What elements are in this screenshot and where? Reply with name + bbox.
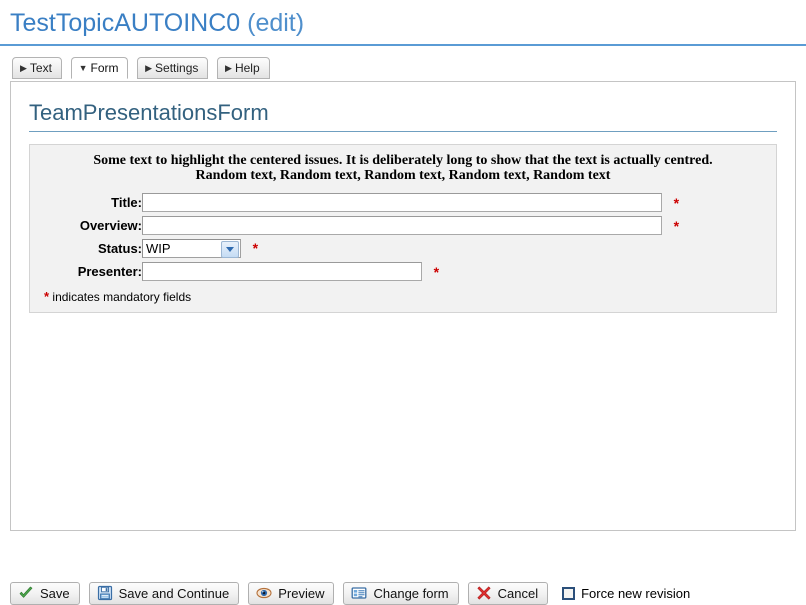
form-content-panel: TeamPresentationsForm Some text to highl… [10,80,796,531]
presenter-required-marker: * [433,264,440,281]
eye-icon [256,585,272,601]
tab-settings[interactable]: ▶ Settings [137,56,209,79]
form-fields-table: Title: * Overview: * Status: WIP * Prese… [36,191,679,283]
force-new-revision-label: Force new revision [581,585,691,601]
field-row-title: Title: * [36,191,679,214]
tab-form[interactable]: ▼ Form [70,56,129,79]
chevron-right-icon: ▶ [20,62,27,73]
presenter-field-cell: * [142,260,679,283]
form-list-icon [351,585,367,601]
page-title: TestTopicAUTOINC0 (edit) [0,0,806,46]
form-action-bar: Save Save and Continue Preview Change fo… [10,581,690,605]
cancel-button[interactable]: Cancel [467,581,549,605]
tab-settings-label: Settings [155,60,199,75]
field-row-status: Status: WIP * [36,237,679,260]
mandatory-fields-note: * indicates mandatory fields [44,289,770,304]
status-required-marker: * [252,240,259,257]
form-description-text: Some text to highlight the centered issu… [36,153,770,184]
form-fields-box: Some text to highlight the centered issu… [29,143,777,313]
overview-required-marker: * [673,218,680,235]
overview-label: Overview: [79,217,142,233]
tab-help[interactable]: ▶ Help [217,56,270,79]
cancel-button-label: Cancel [497,585,539,601]
title-field-cell: * [142,191,679,214]
force-new-revision-control[interactable]: Force new revision [562,586,690,601]
edit-mode-tabs: ▶ Text ▼ Form ▶ Settings ▶ Help [12,56,806,82]
red-x-icon [476,585,492,601]
chevron-right-icon: ▶ [225,62,232,73]
presenter-label: Presenter: [77,263,142,279]
form-description-line-2: Random text, Random text, Random text, R… [195,168,611,184]
preview-button-label: Preview [278,585,325,601]
title-required-marker: * [673,195,680,212]
green-check-icon [18,585,34,601]
save-button-label: Save [40,585,70,601]
overview-input[interactable] [142,215,662,235]
form-heading: TeamPresentationsForm [29,100,777,132]
presenter-input[interactable] [142,261,422,281]
floppy-disk-icon [97,585,113,601]
chevron-down-icon: ▼ [78,62,88,73]
force-new-revision-checkbox[interactable] [562,586,576,600]
field-row-overview: Overview: * [36,214,679,237]
tab-text-label: Text [29,60,52,75]
title-label: Title: [111,194,142,210]
title-input[interactable] [142,192,662,212]
tab-form-label: Form [90,60,119,75]
overview-field-cell: * [142,214,679,237]
save-button[interactable]: Save [10,581,80,605]
status-label: Status: [97,240,142,256]
change-form-button-label: Change form [373,585,449,601]
page-title-mode: (edit) [240,9,305,37]
change-form-button[interactable]: Change form [343,581,459,605]
save-and-continue-button-label: Save and Continue [118,585,230,601]
form-description-line-1: Some text to highlight the centered issu… [93,152,713,168]
status-select[interactable]: WIP [142,238,241,258]
preview-button[interactable]: Preview [248,581,335,605]
chevron-right-icon: ▶ [145,62,153,73]
page-title-topic: TestTopicAUTOINC0 [10,9,241,37]
field-row-presenter: Presenter: * [36,260,679,283]
save-and-continue-button[interactable]: Save and Continue [88,581,240,605]
tab-text[interactable]: ▶ Text [12,56,62,79]
status-select-wrapper: WIP [142,238,241,258]
status-field-cell: WIP * [142,237,679,260]
tab-help-label: Help [234,60,260,75]
mandatory-note-text: indicates mandatory fields [49,289,192,304]
